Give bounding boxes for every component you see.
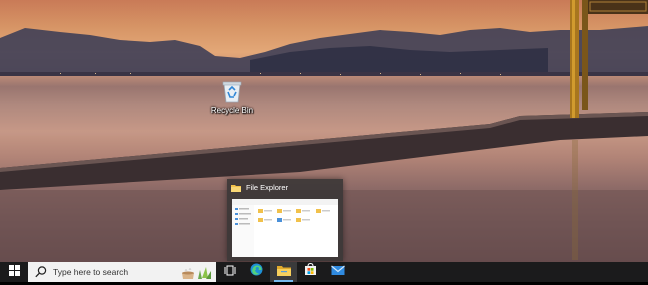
- recycle-bin-icon: [221, 80, 243, 104]
- desktop-icon-recycle-bin[interactable]: Recycle Bin: [208, 80, 256, 124]
- taskbar-search-box[interactable]: Type here to search: [28, 262, 216, 282]
- desktop-icon-label: Recycle Bin: [210, 106, 254, 115]
- taskbar-mail-button[interactable]: [324, 262, 351, 282]
- search-icon: [34, 265, 48, 279]
- explorer-miniature: [232, 199, 338, 257]
- start-button[interactable]: [0, 262, 28, 282]
- preview-title: File Explorer: [246, 183, 289, 192]
- task-view-icon: [224, 263, 236, 281]
- folder-icon: [231, 184, 241, 192]
- preview-window-thumbnail[interactable]: [232, 199, 338, 257]
- taskbar-thumbnail-preview[interactable]: File Explorer: [227, 179, 343, 261]
- edge-icon: [250, 263, 263, 281]
- windows-logo-icon: [8, 263, 20, 281]
- folder-icon: [276, 263, 291, 281]
- mail-icon: [330, 263, 345, 281]
- taskbar-file-explorer-button[interactable]: [270, 262, 297, 282]
- store-icon: [304, 262, 317, 281]
- preview-title-bar: File Explorer: [231, 183, 288, 192]
- taskbar: Type here to search: [0, 262, 648, 282]
- taskbar-store-button[interactable]: [297, 262, 324, 282]
- task-view-button[interactable]: [216, 262, 243, 282]
- search-highlight-icon: [178, 264, 214, 280]
- search-placeholder: Type here to search: [53, 267, 129, 277]
- taskbar-edge-button[interactable]: [243, 262, 270, 282]
